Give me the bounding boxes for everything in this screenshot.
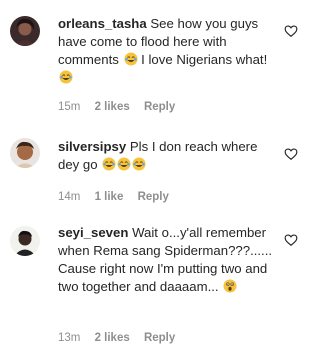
comment-username[interactable]: silversipsy bbox=[58, 139, 126, 154]
comment-username[interactable]: orleans_tasha bbox=[58, 16, 147, 31]
tears-of-joy-emoji bbox=[124, 52, 138, 66]
comment-likes[interactable]: 2 likes bbox=[95, 101, 130, 113]
reply-button[interactable]: Reply bbox=[144, 332, 175, 344]
tears-of-joy-emoji bbox=[59, 70, 73, 84]
comment-body: orleans_tasha See how you guys have come… bbox=[58, 15, 280, 87]
comment-likes[interactable]: 2 likes bbox=[95, 332, 130, 344]
avatar[interactable] bbox=[10, 138, 40, 168]
tears-of-joy-emoji bbox=[117, 157, 131, 171]
tears-of-joy-emoji bbox=[132, 157, 146, 171]
comment-item: seyi_seven Wait o...y'all remember when … bbox=[0, 210, 320, 364]
heart-outline-icon[interactable] bbox=[284, 147, 298, 161]
comment-text-continued: I love Nigerians what! bbox=[141, 52, 268, 67]
comment-likes[interactable]: 1 like bbox=[95, 191, 124, 203]
avatar-image bbox=[10, 16, 40, 46]
comment-body: seyi_seven Wait o...y'all remember when … bbox=[58, 224, 280, 296]
comment-item: orleans_tasha See how you guys have come… bbox=[0, 0, 320, 118]
tears-of-joy-emoji bbox=[102, 157, 116, 171]
avatar-image bbox=[10, 138, 40, 168]
heart-outline-icon[interactable] bbox=[284, 24, 298, 38]
comment-meta: 15m 2 likes Reply bbox=[58, 101, 186, 113]
comment-time[interactable]: 15m bbox=[58, 101, 80, 113]
comment-meta: 13m 2 likes Reply bbox=[58, 332, 186, 344]
comment-time[interactable]: 13m bbox=[58, 332, 80, 344]
comment-username[interactable]: seyi_seven bbox=[58, 225, 128, 240]
reply-button[interactable]: Reply bbox=[144, 101, 175, 113]
comment-meta: 14m 1 like Reply bbox=[58, 191, 180, 203]
comment-item: silversipsy Pls I don reach where dey go… bbox=[0, 126, 320, 210]
heart-outline-icon[interactable] bbox=[284, 233, 298, 247]
comment-body: silversipsy Pls I don reach where dey go bbox=[58, 138, 280, 174]
astonished-face-emoji bbox=[223, 279, 237, 293]
reply-button[interactable]: Reply bbox=[138, 191, 169, 203]
avatar[interactable] bbox=[10, 16, 40, 46]
comment-time[interactable]: 14m bbox=[58, 191, 80, 203]
avatar-image bbox=[10, 226, 40, 256]
avatar[interactable] bbox=[10, 226, 40, 256]
